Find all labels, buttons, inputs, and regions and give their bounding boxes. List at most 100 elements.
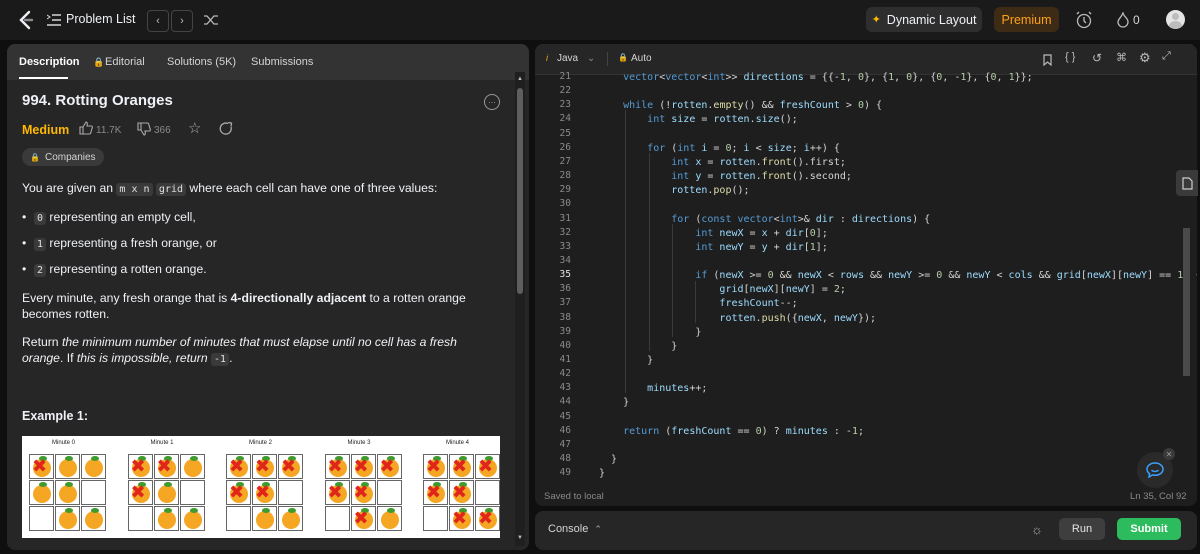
- minute-label: Minute 4: [446, 440, 470, 446]
- console-bar: Console ⌃ ☼ Run Submit: [535, 511, 1197, 550]
- grid-cell: ✖: [350, 454, 376, 479]
- leaf-icon: [262, 508, 270, 513]
- code-line: int y = rotten.front().second;: [671, 171, 852, 183]
- code-line: freshCount--;: [719, 298, 798, 310]
- intro-post: where each cell can have one of three va…: [186, 181, 438, 195]
- tab-solutions[interactable]: Solutions (5K): [167, 44, 236, 80]
- rotten-x-icon: ✖: [478, 456, 494, 477]
- code-line: return (freshCount == 0) ? minutes : -1;: [623, 425, 865, 437]
- problem-list-link[interactable]: Problem List: [66, 12, 135, 26]
- format-braces-icon[interactable]: { }: [1065, 51, 1075, 63]
- dynamic-layout-label: Dynamic Layout: [886, 12, 977, 27]
- companies-tag[interactable]: 🔒 Companies: [22, 148, 104, 166]
- top-navbar: Problem List ‹ › ✦ Dynamic Layout Premiu…: [0, 0, 1200, 40]
- para1-bold: 4-directionally adjacent: [230, 291, 367, 305]
- settings-gear-icon[interactable]: ⚙: [1139, 50, 1151, 66]
- debug-bug-icon[interactable]: ☼: [1031, 522, 1043, 537]
- code-editor[interactable]: 21 vector<vector<int>> directions = {{-1…: [535, 71, 1197, 483]
- tab-submissions[interactable]: Submissions: [251, 44, 313, 80]
- grid-cell: ✖: [226, 454, 251, 479]
- description-scrollbar[interactable]: ▲ ▼: [515, 72, 525, 546]
- rotten-x-icon: ✖: [452, 456, 468, 477]
- favorite-star-icon[interactable]: ☆: [188, 121, 201, 136]
- bookmark-icon[interactable]: [1043, 53, 1053, 67]
- dislike-icon[interactable]: [137, 122, 151, 136]
- grid-cell: [376, 480, 402, 505]
- tab-editorial[interactable]: Editorial: [105, 44, 145, 80]
- code-line: while (!rotten.empty() && freshCount > 0…: [623, 100, 883, 112]
- rotten-x-icon: ✖: [229, 456, 245, 477]
- more-options-icon[interactable]: ⋯: [484, 94, 500, 110]
- orange-icon: [157, 485, 176, 503]
- rotten-x-icon: ✖: [426, 482, 442, 503]
- dismiss-close-icon[interactable]: ✕: [1163, 448, 1175, 460]
- grid-cell: ✖: [449, 506, 474, 531]
- code-line: if (newX >= 0 && newX < rows && newY >= …: [695, 270, 1197, 282]
- orange-icon: [183, 459, 202, 477]
- language-label: Java: [557, 53, 579, 64]
- rotten-x-icon: ✖: [32, 456, 48, 477]
- editor-scrollbar-thumb[interactable]: [1183, 228, 1190, 376]
- code-line: }: [599, 468, 606, 480]
- console-toggle[interactable]: Console ⌃: [548, 523, 602, 535]
- line-number: 33: [559, 240, 571, 252]
- line-number: 48: [559, 453, 571, 465]
- grid-cell: ✖: [449, 480, 474, 505]
- leaf-icon: [189, 456, 198, 461]
- streak-fire-icon[interactable]: [1116, 11, 1130, 29]
- like-icon[interactable]: [79, 121, 93, 135]
- orange-icon: [59, 485, 77, 503]
- grid-cell: ✖: [252, 454, 277, 479]
- premium-button[interactable]: Premium: [994, 7, 1059, 32]
- grid-cell: ✖: [475, 454, 500, 479]
- rotten-x-icon: ✖: [353, 456, 369, 477]
- line-number: 21: [559, 71, 571, 82]
- rotten-x-icon: ✖: [353, 508, 369, 529]
- language-select[interactable]: Java ⌄: [557, 53, 595, 64]
- companies-label: Companies: [44, 151, 96, 163]
- shuffle-icon[interactable]: [203, 12, 219, 28]
- prev-problem-button[interactable]: ‹: [147, 10, 169, 32]
- grid-cell: ✖: [423, 480, 448, 505]
- avatar[interactable]: [1166, 10, 1185, 29]
- grid-cell: [475, 480, 500, 505]
- notes-icon[interactable]: [1176, 170, 1198, 196]
- para2-code: -1: [211, 353, 230, 366]
- rotten-x-icon: ✖: [327, 456, 343, 477]
- indent-guide: [695, 281, 696, 323]
- editor-scrollbar[interactable]: [1183, 76, 1191, 486]
- line-number: 35: [559, 269, 571, 281]
- line-number: 32: [559, 226, 571, 238]
- share-icon[interactable]: [219, 121, 233, 136]
- para2-mid: . If: [59, 351, 77, 365]
- leaf-icon: [288, 508, 296, 513]
- grid-cell: ✖: [226, 480, 251, 505]
- leetcode-logo-icon[interactable]: [16, 10, 36, 30]
- list-icon[interactable]: [46, 12, 62, 28]
- shortcuts-icon[interactable]: ⌘: [1116, 51, 1127, 64]
- next-problem-button[interactable]: ›: [171, 10, 193, 32]
- leaf-icon: [386, 508, 395, 513]
- grid-cell: ✖: [252, 480, 277, 505]
- line-number: 46: [559, 424, 571, 436]
- scrollbar-thumb[interactable]: [517, 88, 523, 294]
- scrollbar-up-arrow[interactable]: ▲: [517, 76, 523, 82]
- list-item: • 2 representing a rotten orange.: [22, 262, 207, 277]
- problem-paragraph-1: Every minute, any fresh orange that is 4…: [22, 290, 484, 322]
- para1-pre: Every minute, any fresh orange that is: [22, 291, 231, 305]
- orange-icon: [59, 511, 77, 529]
- run-button[interactable]: Run: [1059, 518, 1105, 540]
- intro-code: m x n: [116, 183, 153, 196]
- cursor-position: Ln 35, Col 92: [1130, 491, 1187, 502]
- rotten-x-icon: ✖: [452, 508, 468, 529]
- line-number: 28: [559, 170, 571, 182]
- alarm-clock-icon[interactable]: [1074, 10, 1094, 30]
- scrollbar-down-arrow[interactable]: ▼: [517, 535, 523, 541]
- tab-description[interactable]: Description: [19, 44, 80, 80]
- submit-button[interactable]: Submit: [1117, 518, 1181, 540]
- bullet-text: representing a fresh orange, or: [49, 236, 217, 250]
- auto-mode-label[interactable]: Auto: [631, 53, 652, 64]
- dynamic-layout-button[interactable]: ✦ Dynamic Layout: [866, 7, 982, 32]
- expand-icon[interactable]: ⤢: [1162, 50, 1171, 63]
- reset-icon[interactable]: ↺: [1092, 51, 1102, 65]
